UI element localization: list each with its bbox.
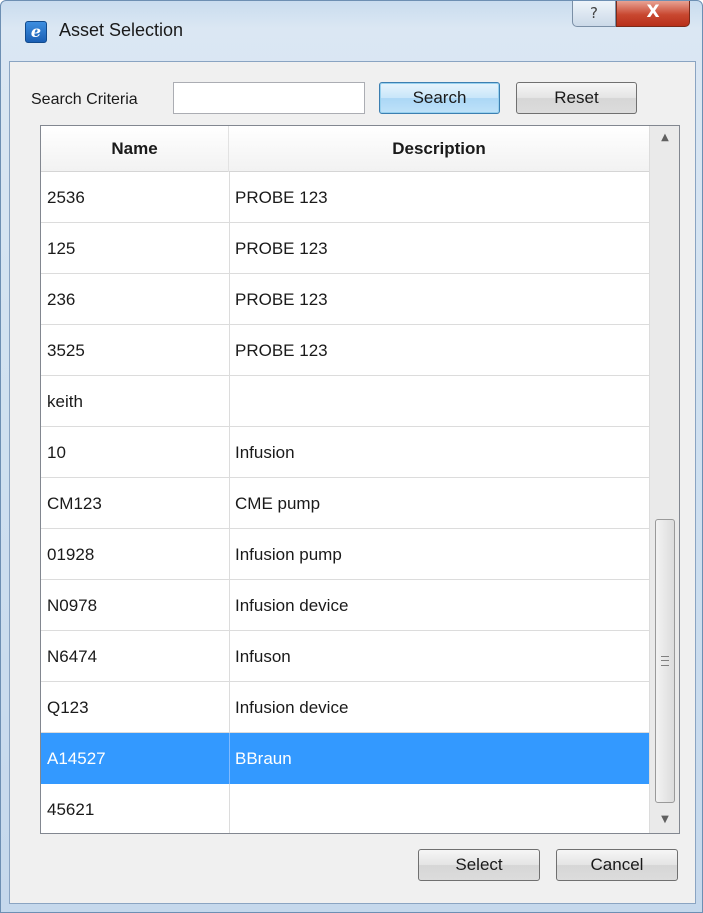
cell-description: PROBE 123: [235, 239, 328, 258]
cell-description: PROBE 123: [235, 341, 328, 360]
cell-description: Infusion pump: [235, 545, 342, 564]
cell-name: keith: [47, 392, 83, 411]
column-divider: [229, 580, 230, 631]
table-row[interactable]: keith: [41, 376, 649, 427]
cell-name: 125: [47, 239, 76, 258]
scroll-down-icon[interactable]: ▼: [650, 810, 680, 830]
cell-name: N0978: [47, 596, 98, 615]
column-header-name[interactable]: Name: [41, 126, 229, 172]
scroll-up-icon[interactable]: ▲: [650, 128, 680, 148]
cell-description: PROBE 123: [235, 188, 328, 207]
cell-description: Infusion device: [235, 596, 349, 615]
search-input[interactable]: [173, 82, 365, 114]
cell-name: 10: [47, 443, 66, 462]
cell-description: Infusion: [235, 443, 295, 462]
column-divider: [229, 733, 230, 784]
grip-icon: [661, 656, 669, 666]
cell-description: [235, 784, 645, 833]
cell-name: CM123: [47, 494, 102, 513]
asset-table: Name Description 2536 PROBE 123 125 PROBE 1…: [40, 125, 680, 834]
column-divider: [229, 529, 230, 580]
cell-name: 236: [47, 290, 76, 309]
column-divider: [229, 682, 230, 733]
close-button[interactable]: X: [616, 1, 690, 27]
cancel-button[interactable]: Cancel: [556, 849, 678, 881]
cell-name: 01928: [47, 545, 95, 564]
dialog-window: e Asset Selection ? X Search Criteria Se…: [0, 0, 703, 913]
table-row[interactable]: CM123 CME pump: [41, 478, 649, 529]
cell-description: CME pump: [235, 494, 321, 513]
column-divider: [229, 478, 230, 529]
table-row[interactable]: 3525 PROBE 123: [41, 325, 649, 376]
table-row[interactable]: N0978 Infusion device: [41, 580, 649, 631]
search-button[interactable]: Search: [379, 82, 500, 114]
cell-description: [235, 376, 645, 427]
table-header: Name Description: [41, 126, 649, 172]
column-divider: [229, 784, 230, 833]
help-button[interactable]: ?: [572, 1, 616, 27]
table-row[interactable]: N6474 Infuson: [41, 631, 649, 682]
column-divider: [229, 325, 230, 376]
vertical-scrollbar[interactable]: ▲ ▼: [649, 126, 679, 833]
table-row[interactable]: A14527 BBraun: [41, 733, 649, 784]
cell-name: 2536: [47, 188, 85, 207]
cell-name: 3525: [47, 341, 85, 360]
table-row[interactable]: 125 PROBE 123: [41, 223, 649, 274]
cell-name: 45621: [47, 800, 95, 819]
search-criteria-label: Search Criteria: [31, 91, 138, 108]
column-divider: [229, 274, 230, 325]
column-divider: [229, 223, 230, 274]
cell-name: A14527: [47, 749, 106, 768]
cell-description: Infuson: [235, 647, 291, 666]
reset-button[interactable]: Reset: [516, 82, 637, 114]
column-divider: [229, 427, 230, 478]
column-divider: [229, 631, 230, 682]
app-logo-icon: e: [25, 21, 47, 43]
column-header-description[interactable]: Description: [229, 126, 649, 172]
title-bar[interactable]: e Asset Selection ? X: [1, 1, 702, 61]
select-button[interactable]: Select: [418, 849, 540, 881]
cell-description: Infusion device: [235, 698, 349, 717]
table-row[interactable]: 10 Infusion: [41, 427, 649, 478]
column-divider: [229, 376, 230, 427]
window-title: Asset Selection: [59, 20, 184, 40]
cell-name: N6474: [47, 647, 98, 666]
table-row[interactable]: 01928 Infusion pump: [41, 529, 649, 580]
table-body: 2536 PROBE 123 125 PROBE 123 236 PROBE 123 352…: [41, 172, 649, 833]
table-row[interactable]: 2536 PROBE 123: [41, 172, 649, 223]
cell-description: BBraun: [235, 749, 292, 768]
table-row[interactable]: 45621: [41, 784, 649, 833]
scrollbar-thumb[interactable]: [655, 519, 675, 803]
cell-name: Q123: [47, 698, 89, 717]
table-row[interactable]: 236 PROBE 123: [41, 274, 649, 325]
table-row[interactable]: Q123 Infusion device: [41, 682, 649, 733]
column-divider: [229, 172, 230, 223]
cell-description: PROBE 123: [235, 290, 328, 309]
